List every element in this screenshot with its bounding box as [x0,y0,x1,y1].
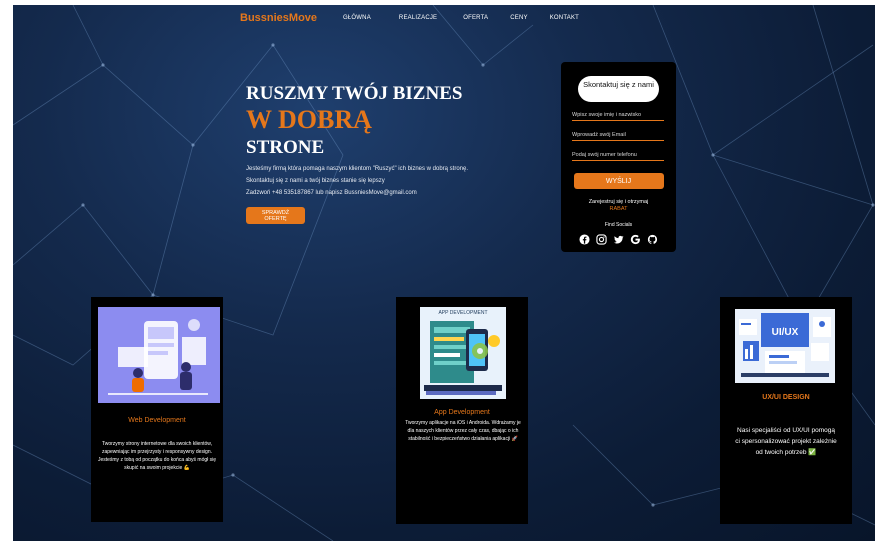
phone-field[interactable] [572,150,664,161]
page-background: BussniesMove Główna Realizacje Oferta Ce… [13,5,875,541]
instagram-icon[interactable] [596,234,607,245]
card-title-uxui: UX/UI DESIGN [762,394,810,401]
nav-link-projects[interactable]: Realizacje [399,15,437,21]
card-description-uxui: Nasi specjaliści od UX/UI pomogą ci sper… [735,427,837,456]
nav-link-prices[interactable]: Ceny [510,15,527,21]
google-icon[interactable] [630,234,641,245]
check-offer-button[interactable]: Sprawdź ofertę [246,207,305,224]
top-navigation: BussniesMove Główna Realizacje Oferta Ce… [240,12,579,24]
nav-links: Główna Realizacje Oferta Ceny Kontakt [343,15,579,21]
nav-link-contact[interactable]: Kontakt [550,15,579,21]
hero-contact-info: Zadzwoń +48 535187867 lub napisz Bussnie… [246,190,417,196]
hero-section: RUSZMY TWÓJ BIZNES W DOBRĄ STRONE Jesteś… [246,83,536,224]
service-card-app[interactable]: APP DEVELOPMENT App Development Tworzymy… [396,297,528,524]
hero-subtext: Skontaktuj się z nami a twój biznes stan… [246,178,385,184]
register-note: Zarejestruj się i otrzymaj RABAT [572,199,665,213]
brand-logo[interactable]: BussniesMove [240,12,317,24]
ux-ui-design-illustration: UI/UX [735,309,835,383]
contact-form-title: Skontaktuj się z nami [578,76,659,102]
hero-heading-line3: STRONE [246,137,325,158]
web-development-illustration [98,307,220,403]
nav-link-offer[interactable]: Oferta [463,15,488,21]
app-development-illustration: APP DEVELOPMENT [420,307,506,399]
email-field[interactable] [572,130,664,141]
discount-highlight: RABAT [609,206,628,212]
nav-link-home[interactable]: Główna [343,15,371,21]
name-field[interactable] [572,110,664,121]
twitter-icon[interactable] [613,234,624,245]
github-icon[interactable] [647,234,658,245]
service-card-web[interactable]: Web Development Tworzymy strony internet… [91,297,223,522]
send-button[interactable]: WYŚLIJ [573,173,664,189]
facebook-icon[interactable] [579,234,590,245]
hero-heading-line2: W DOBRĄ [246,105,372,134]
hero-heading-line1: RUSZMY TWÓJ BIZNES [246,83,463,104]
illustration-label: APP DEVELOPMENT [438,310,487,316]
contact-form-panel: Skontaktuj się z nami WYŚLIJ Zarejestruj… [561,62,676,252]
illustration-label: UI/UX [772,327,799,338]
card-title-app: App Development [434,409,490,416]
find-socials-label: Find Socials [604,222,633,228]
hero-description: Jesteśmy firmą która pomaga naszym klien… [246,166,469,172]
service-card-uxui[interactable]: UI/UX UX/UI DESIGN Nasi specjaliści od U… [720,297,852,524]
register-note-text: Zarejestruj się i otrzymaj [588,199,649,205]
card-title-web: Web Development [128,417,186,424]
card-description-web: Tworzymy strony internetowe dla swoich k… [97,441,217,471]
social-links [572,234,665,245]
card-description-app: Tworzymy aplikacje na iOS i Androida. Wd… [405,420,521,442]
